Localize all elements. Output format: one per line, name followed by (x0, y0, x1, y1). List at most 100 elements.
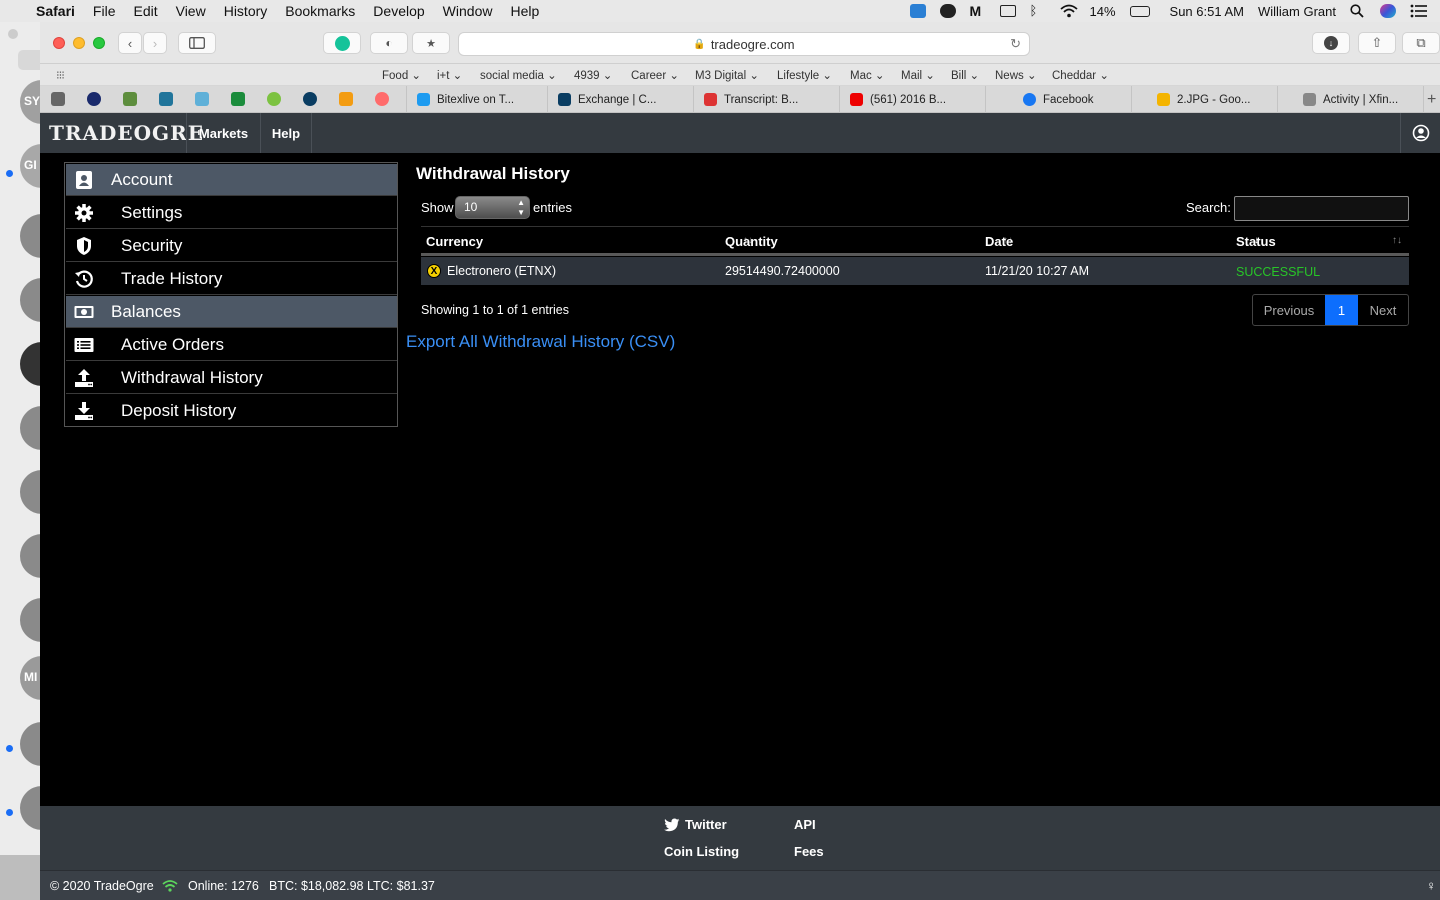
notification-center-icon[interactable] (1410, 4, 1427, 18)
favorite-folder[interactable]: Bill ⌄ (951, 68, 979, 82)
sidebar-item-active-orders[interactable]: Active Orders (66, 329, 397, 361)
pinned-tab[interactable] (84, 90, 104, 108)
bluetooth-icon[interactable]: ᛒ (1030, 4, 1046, 18)
privacy-shield-button[interactable]: ◐ (370, 32, 408, 54)
menu-view[interactable]: View (176, 3, 206, 19)
sidebar-item-security[interactable]: Security (66, 230, 397, 262)
airplay-icon[interactable] (999, 5, 1016, 17)
favorite-folder[interactable]: Food ⌄ (382, 68, 421, 82)
menu-history[interactable]: History (224, 3, 268, 19)
column-header-date[interactable]: Date (985, 234, 1013, 249)
apps-grid-icon[interactable]: ⁝⁝⁝ (56, 68, 65, 82)
menu-window[interactable]: Window (443, 3, 493, 19)
sidebar-toggle-button[interactable] (178, 32, 216, 54)
favorite-folder[interactable]: Mail ⌄ (901, 68, 935, 82)
favorite-folder[interactable]: social media ⌄ (480, 68, 557, 82)
page-1-button[interactable]: 1 (1325, 295, 1358, 325)
footer-api-link[interactable]: API (794, 817, 816, 832)
sidebar-item-balances[interactable]: Balances (66, 296, 397, 328)
menu-bookmarks[interactable]: Bookmarks (285, 3, 355, 19)
favorite-folder[interactable]: Cheddar ⌄ (1052, 68, 1109, 82)
downloads-button[interactable]: ↓ (1312, 32, 1350, 54)
favorite-label: Bill (951, 70, 967, 82)
menu-app-name[interactable]: Safari (36, 3, 75, 19)
share-button[interactable]: ⇧ (1358, 32, 1396, 54)
sidebar-item-deposit-history[interactable]: Deposit History (66, 395, 397, 427)
browser-tab[interactable]: Exchange | C... (547, 86, 693, 113)
sidebar-item-withdrawal-history[interactable]: Withdrawal History (66, 362, 397, 394)
favorite-folder[interactable]: i+t ⌄ (437, 68, 462, 82)
tab-overview-button[interactable]: ⧉ (1402, 32, 1440, 54)
nav-help-link[interactable]: Help (260, 113, 312, 153)
close-window-button[interactable] (53, 37, 65, 49)
spotlight-search-icon[interactable] (1350, 4, 1366, 18)
next-page-button[interactable]: Next (1358, 295, 1408, 325)
pinned-tab[interactable] (156, 90, 176, 108)
ltc-price: LTC: $81.37 (367, 879, 435, 893)
column-header-currency[interactable]: Currency (426, 234, 483, 249)
favorite-folder[interactable]: 4939 ⌄ (574, 68, 612, 82)
siri-icon[interactable] (1380, 4, 1396, 18)
favorite-folder[interactable]: News ⌄ (995, 68, 1037, 82)
pinned-tab[interactable] (120, 90, 140, 108)
user-account-button[interactable] (1400, 113, 1440, 153)
battery-icon[interactable] (1129, 5, 1150, 17)
back-button[interactable]: ‹ (118, 32, 142, 54)
twitter-icon[interactable] (664, 818, 680, 832)
pinned-tab[interactable] (192, 90, 212, 108)
entries-per-page-select[interactable]: 10 ▲ ▼ (455, 196, 530, 219)
column-header-status[interactable]: Status (1236, 234, 1276, 249)
sidebar-item-account[interactable]: Account (66, 164, 397, 196)
sidebar-item-trade-history[interactable]: Trade History (66, 263, 397, 295)
pinned-tab[interactable] (48, 90, 68, 108)
pinned-tab[interactable] (372, 90, 392, 108)
nav-markets-link[interactable]: Markets (186, 113, 261, 153)
export-csv-link[interactable]: Export All Withdrawal History (CSV) (406, 332, 675, 352)
browser-tab[interactable]: Facebook (985, 86, 1131, 113)
bookmark-extension-button[interactable]: ★ (412, 32, 450, 54)
forward-button[interactable]: › (143, 32, 167, 54)
favorite-folder[interactable]: Career ⌄ (631, 68, 679, 82)
favorite-folder[interactable]: M3 Digital ⌄ (695, 68, 759, 82)
footer-coin-listing-link[interactable]: Coin Listing (664, 844, 739, 859)
menu-develop[interactable]: Develop (373, 3, 424, 19)
favorite-folder[interactable]: Lifestyle ⌄ (777, 68, 832, 82)
pinned-tab[interactable] (264, 90, 284, 108)
new-tab-button[interactable]: + (1423, 86, 1440, 113)
browser-tab[interactable]: Activity | Xfin... (1277, 86, 1423, 113)
pinned-tab[interactable] (228, 90, 248, 108)
minimize-window-button[interactable] (73, 37, 85, 49)
footer-fees-link[interactable]: Fees (794, 844, 824, 859)
sort-icon[interactable]: ↑↓ (1392, 235, 1402, 246)
search-input[interactable] (1234, 196, 1409, 221)
menu-help[interactable]: Help (510, 3, 539, 19)
browser-tab[interactable]: Bitexlive on T... (406, 86, 547, 113)
grammarly-extension-button[interactable] (323, 32, 361, 54)
malwarebytes-icon[interactable]: M (970, 4, 986, 18)
menubar-user[interactable]: William Grant (1258, 4, 1336, 19)
zoom-window-button[interactable] (93, 37, 105, 49)
reload-icon[interactable]: ↻ (1010, 36, 1021, 52)
browser-tab[interactable]: (561) 2016 B... (839, 86, 985, 113)
previous-page-button[interactable]: Previous (1253, 295, 1325, 325)
menu-edit[interactable]: Edit (133, 3, 157, 19)
status-app-icon[interactable] (909, 4, 926, 18)
wifi-icon[interactable] (1059, 4, 1078, 18)
site-logo[interactable]: TRADEOGRE (49, 121, 204, 145)
browser-tab[interactable]: Transcript: B... (693, 86, 839, 113)
footer-twitter-link[interactable]: Twitter (685, 817, 727, 832)
menubar-clock[interactable]: Sun 6:51 AM (1170, 4, 1244, 19)
creative-cloud-icon[interactable] (939, 4, 956, 18)
pinned-tab[interactable] (336, 90, 356, 108)
lightbulb-icon[interactable]: ♀ (1426, 878, 1436, 893)
address-bar[interactable]: 🔒 tradeogre.com ↻ (458, 32, 1030, 56)
sidebar-item-settings[interactable]: Settings (66, 197, 397, 229)
favorite-folder[interactable]: Mac ⌄ (850, 68, 885, 82)
menu-file[interactable]: File (93, 3, 116, 19)
browser-tab[interactable]: 2.JPG - Goo... (1131, 86, 1277, 113)
pinned-tab[interactable] (300, 90, 320, 108)
sidebar-item-label: Account (111, 169, 173, 189)
table-row[interactable]: X Electronero (ETNX) 29514490.72400000 1… (421, 257, 1409, 285)
gear-icon (75, 204, 93, 222)
column-header-quantity[interactable]: Quantity (725, 234, 778, 249)
